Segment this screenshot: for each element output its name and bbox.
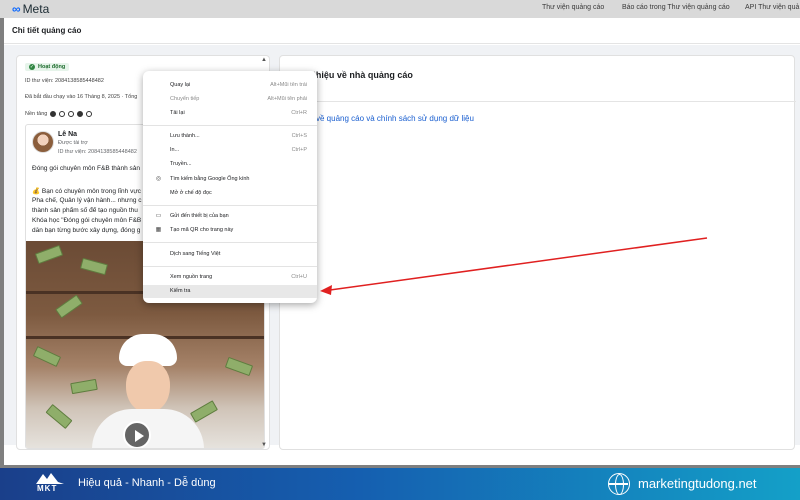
menu-item-cast[interactable]: Truyền... <box>143 158 317 171</box>
website-url[interactable]: marketingtudong.net <box>638 476 757 491</box>
card-library-id: ID thư viện: 2084138585448482 <box>58 149 137 155</box>
check-icon: ✓ <box>29 64 35 70</box>
menu-item-shortcut: Alt+Mũi tên trái <box>270 82 307 88</box>
money-bill <box>80 257 108 276</box>
menu-item-label: Gửi đến thiết bị của bạn <box>170 213 229 219</box>
scroll-down-icon[interactable]: ▼ <box>261 442 267 448</box>
menu-item-shortcut: Ctrl+R <box>291 110 307 116</box>
menu-item-save-as[interactable]: Lưu thành... Ctrl+S <box>143 130 317 143</box>
menu-item-shortcut: Ctrl+U <box>291 274 307 280</box>
threads-icon <box>86 111 93 117</box>
menu-item-label: Quay lại <box>170 82 191 88</box>
chef-face <box>126 361 170 413</box>
meta-logo-text: Meta <box>22 2 50 16</box>
facebook-icon <box>50 111 57 117</box>
audience-network-icon <box>68 111 75 117</box>
footer-tagline: Hiệu quả - Nhanh - Dễ dùng <box>78 477 216 489</box>
menu-item-qr-code[interactable]: ▦ Tạo mã QR cho trang này <box>143 224 317 237</box>
nav-ad-library-report[interactable]: Báo cáo trong Thư viện quảng cáo <box>622 4 730 11</box>
avatar[interactable] <box>32 131 54 153</box>
meta-logo[interactable]: ∞ Meta <box>12 2 49 16</box>
menu-item-back[interactable]: Quay lại Alt+Mũi tên trái <box>143 79 317 92</box>
advertiser-name[interactable]: Lê Na <box>58 131 77 138</box>
platforms-row: Nền tảng <box>25 111 93 117</box>
modal-header: Chi tiết quảng cáo <box>4 18 800 44</box>
device-icon: ▭ <box>155 213 162 219</box>
footer-banner: MKT Hiệu quả - Nhanh - Dễ dùng marketing… <box>0 468 800 500</box>
context-menu: Quay lại Alt+Mũi tên trái Chuyển tiếp Al… <box>143 71 317 303</box>
menu-item-label: Dịch sang Tiếng Việt <box>170 251 221 257</box>
menu-item-send-to-device[interactable]: ▭ Gửi đến thiết bị của bạn <box>143 210 317 223</box>
money-bill <box>70 378 98 395</box>
ad-details-modal: Chi tiết quảng cáo ✓ Hoạt động ID thư vi… <box>4 18 800 465</box>
menu-separator <box>143 242 317 243</box>
menu-item-print[interactable]: In... Ctrl+P <box>143 144 317 157</box>
nav-ad-library-api[interactable]: API Thư viện quả <box>745 4 799 11</box>
menu-item-label: Mở ở chế độ đọc <box>170 190 212 196</box>
lens-icon: ◎ <box>155 176 162 182</box>
money-bill <box>55 294 83 319</box>
menu-item-shortcut: Alt+Mũi tên phải <box>267 96 307 102</box>
ad-policy-link[interactable]: về quảng cáo và chính sách sử dụng dữ li… <box>316 114 474 123</box>
menu-item-label: Tải lại <box>170 110 185 116</box>
meta-infinity-icon: ∞ <box>12 2 21 16</box>
menu-separator <box>143 266 317 267</box>
divider <box>280 101 796 102</box>
money-bill <box>45 403 73 430</box>
start-date: Đã bắt đầu chạy vào 16 Tháng 8, 2025 · T… <box>25 94 138 100</box>
mkt-mountain-icon <box>36 473 64 484</box>
modal-body: ✓ Hoạt động ID thư viện: 208413858544848… <box>4 45 800 450</box>
sponsored-label: Được tài trợ <box>58 140 88 146</box>
money-bill <box>32 346 62 367</box>
menu-item-reload[interactable]: Tải lại Ctrl+R <box>143 107 317 120</box>
menu-separator <box>143 125 317 126</box>
status-badge: ✓ Hoạt động <box>25 63 70 71</box>
menu-item-shortcut: Ctrl+P <box>291 147 307 153</box>
mkt-brand: MKT <box>37 484 58 493</box>
menu-item-inspect[interactable]: Kiểm tra <box>143 285 317 298</box>
messenger-icon <box>77 111 84 117</box>
qr-icon: ▦ <box>155 227 162 233</box>
globe-icon <box>608 473 630 495</box>
menu-item-reading-mode[interactable]: Mở ở chế độ đọc <box>143 187 317 200</box>
scroll-up-icon[interactable]: ▲ <box>261 57 267 63</box>
money-bill <box>34 244 64 265</box>
menu-item-view-source[interactable]: Xem nguồn trang Ctrl+U <box>143 271 317 284</box>
money-bill <box>224 356 254 377</box>
menu-item-forward[interactable]: Chuyển tiếp Alt+Mũi tên phải <box>143 93 317 106</box>
menu-item-label: Xem nguồn trang <box>170 274 213 280</box>
menu-item-label: Tạo mã QR cho trang này <box>170 227 234 233</box>
advertiser-info-panel: Giới thiệu về nhà quảng cáo về quảng cáo… <box>279 55 796 450</box>
status-text: Hoạt động <box>38 64 66 70</box>
nav-ad-library[interactable]: Thư viện quảng cáo <box>542 4 604 11</box>
menu-item-label: Chuyển tiếp <box>170 96 200 102</box>
menu-item-translate[interactable]: Dịch sang Tiếng Việt <box>143 248 317 261</box>
platforms-label: Nền tảng <box>25 111 48 117</box>
menu-item-label: Kiểm tra <box>170 288 191 294</box>
instagram-icon <box>59 111 66 117</box>
library-id: ID thư viện: 2084138585448482 <box>25 78 104 84</box>
modal-title: Chi tiết quảng cáo <box>12 26 82 35</box>
menu-item-label: In... <box>170 147 180 153</box>
menu-item-google-lens[interactable]: ◎ Tìm kiếm bằng Google Ống kính <box>143 173 317 186</box>
money-bill <box>189 400 219 423</box>
menu-item-label: Truyền... <box>170 161 192 167</box>
play-icon[interactable] <box>123 421 151 448</box>
menu-item-label: Lưu thành... <box>170 133 200 139</box>
menu-item-shortcut: Ctrl+S <box>291 133 307 139</box>
mkt-logo: MKT <box>36 472 64 496</box>
meta-topbar: ∞ Meta Thư viện quảng cáo Báo cáo trong … <box>0 0 800 18</box>
menu-item-label: Tìm kiếm bằng Google Ống kính <box>170 176 250 182</box>
menu-separator <box>143 205 317 206</box>
